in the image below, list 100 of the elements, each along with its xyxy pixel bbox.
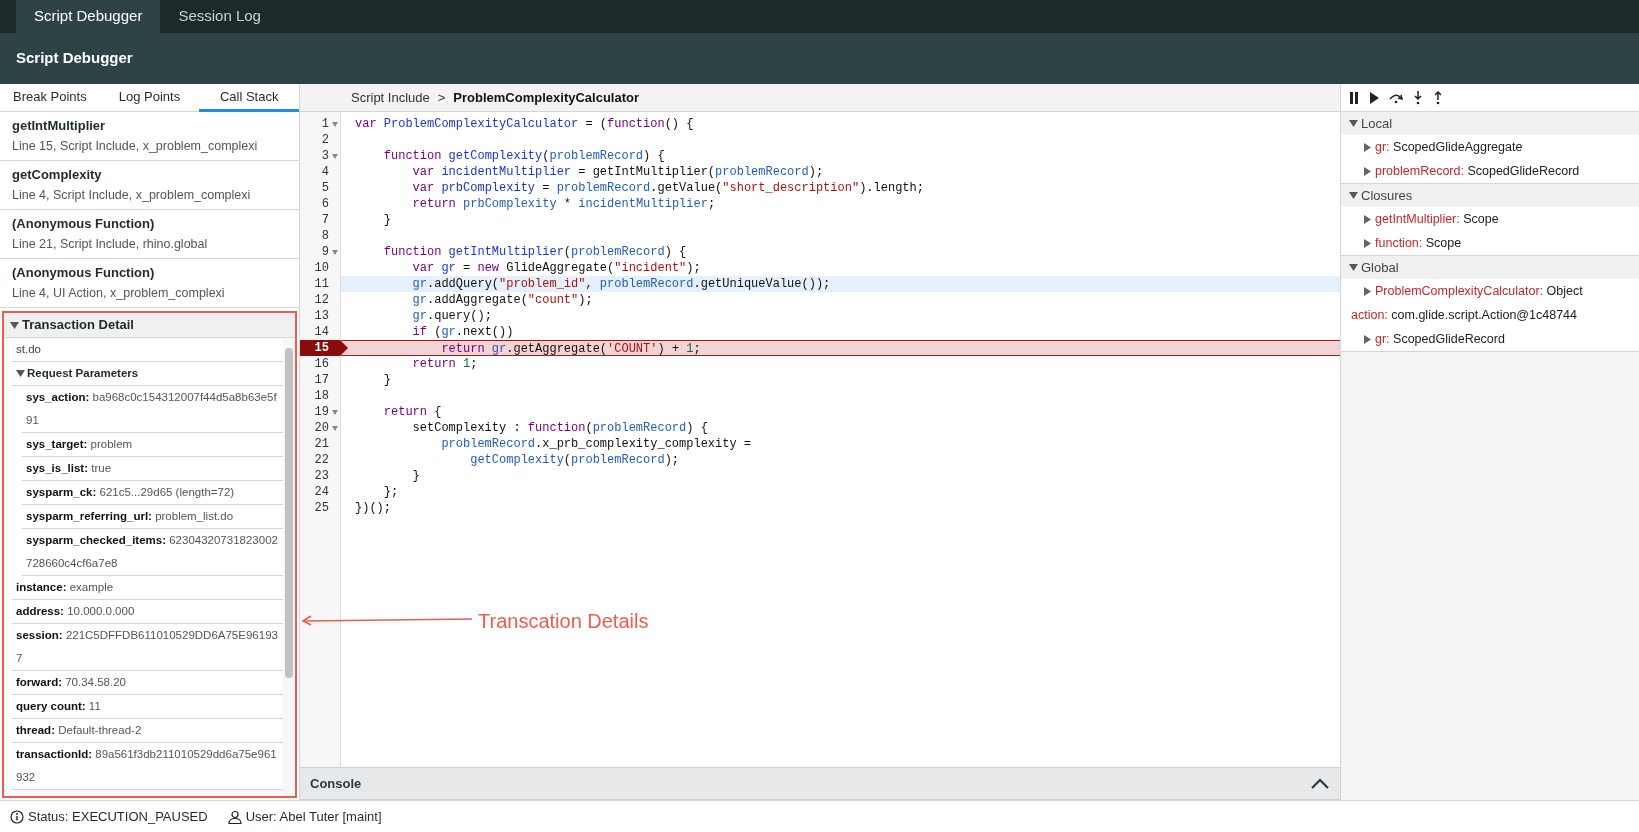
variable-entry[interactable]: function: Scope (1375, 233, 1462, 253)
code-line: })(); (354, 500, 392, 516)
code-line: var ProblemComplexityCalculator = (function() { (354, 116, 695, 132)
line-number: 3 (321, 148, 329, 165)
code-line: setComplexity : function(problemRecord) { (411, 420, 709, 436)
play-icon[interactable] (1369, 91, 1379, 104)
line-number: 19 (314, 404, 329, 421)
line-number: 22 (314, 452, 329, 469)
detail-row: sys_is_list: true (22, 457, 283, 481)
detail-row: forward: 70.34.58.20 (12, 671, 283, 695)
tab[interactable]: Session Log (160, 0, 279, 33)
expand-triangle-icon[interactable] (1363, 166, 1372, 176)
fold-arrow-icon[interactable] (332, 410, 338, 415)
detail-row: instance: example (12, 576, 283, 600)
section-title: Transaction Detail (22, 316, 134, 335)
expand-triangle-icon[interactable] (1363, 142, 1372, 152)
group-title: Request Parameters (27, 365, 139, 381)
app-title: Script Debugger (16, 48, 133, 69)
fold-arrow-icon[interactable] (332, 250, 338, 255)
info-icon (10, 809, 24, 824)
code-line: return 1; (411, 356, 479, 372)
code-line: } (382, 212, 392, 228)
line-number: 15 (314, 340, 329, 357)
expand-triangle-icon[interactable] (1363, 334, 1372, 344)
user-text: User: Abel Tuter [maint] (245, 807, 382, 826)
line-number: 13 (314, 308, 329, 325)
breadcrumb-current: ProblemComplexityCalculator (453, 88, 639, 107)
line-number: 5 (321, 180, 329, 197)
line-number: 20 (314, 420, 329, 437)
collapse-triangle-icon[interactable] (1349, 263, 1358, 272)
pause-icon[interactable] (1349, 91, 1359, 104)
fold-arrow-icon[interactable] (332, 154, 338, 159)
expand-triangle-icon[interactable] (1363, 214, 1372, 224)
breadcrumb-link[interactable]: Script Include (351, 87, 430, 108)
code-line: return prbComplexity * incidentMultiplier; (411, 196, 717, 212)
scope-title: Closures (1361, 186, 1413, 205)
line-number: 8 (321, 228, 329, 245)
line-number: 24 (314, 484, 329, 501)
code-line: var incidentMultiplier = getIntMultiplier(problemRecord); (411, 164, 825, 180)
scope-title: Local (1361, 114, 1393, 133)
user-icon (227, 809, 242, 824)
annotation-label: Transcation Details (478, 609, 649, 634)
code-line: } (382, 372, 392, 388)
line-number: 11 (314, 276, 329, 293)
status-text: Status: EXECUTION_PAUSED (28, 807, 208, 826)
variable-entry[interactable]: getIntMultiplier: Scope (1375, 209, 1499, 229)
expand-triangle-icon[interactable] (1363, 286, 1372, 296)
line-number: 1 (321, 116, 329, 133)
line-number: 25 (314, 500, 329, 517)
line-number: 4 (321, 164, 329, 181)
collapse-triangle-icon[interactable] (1349, 119, 1358, 128)
code-line: getComplexity(problemRecord); (469, 452, 681, 468)
collapse-triangle-icon[interactable] (1349, 191, 1358, 200)
line-number: 18 (314, 388, 329, 405)
line-number: 10 (314, 260, 329, 277)
variable-entry[interactable]: problemRecord: ScopedGlideRecord (1375, 161, 1580, 181)
detail-row: sysparm_ck: 621c5...29d65 (length=72) (22, 481, 283, 505)
line-number: 17 (314, 372, 329, 389)
call-stack-frame[interactable]: (Anonymous Function) Line 21, Script Include, rhino.global (0, 210, 299, 259)
variable-entry[interactable]: ProblemComplexityCalculator: Object (1375, 281, 1583, 301)
step-out-icon[interactable] (1433, 90, 1443, 105)
scope-title: Global (1361, 258, 1399, 277)
call-stack-frame[interactable]: getIntMultiplier Line 15, Script Include, x_problem_complexi (0, 112, 299, 161)
scrollbar[interactable] (283, 338, 295, 796)
code-line: function getComplexity(problemRecord) { (382, 148, 666, 164)
code-line: gr.query(); (411, 308, 493, 324)
line-number: 16 (314, 356, 329, 373)
collapse-triangle-icon[interactable] (16, 369, 25, 378)
line-number: 2 (321, 132, 329, 149)
tab[interactable]: Log Points (99, 84, 200, 112)
call-stack-frame[interactable]: (Anonymous Function) Line 4, UI Action, x_problem_complexi (0, 259, 299, 308)
call-stack-frame[interactable]: getComplexity Line 4, Script Include, x_problem_complexi (0, 161, 299, 210)
tab[interactable]: Script Debugger (16, 0, 161, 33)
tab[interactable]: Break Points (0, 84, 100, 112)
line-number: 12 (314, 292, 329, 309)
fold-arrow-icon[interactable] (332, 122, 338, 127)
variable-entry[interactable]: gr: ScopedGlideRecord (1375, 329, 1505, 349)
line-number: 9 (321, 244, 329, 261)
line-number: 7 (321, 212, 329, 229)
code-line: return { (382, 404, 443, 420)
collapse-triangle-icon[interactable] (10, 320, 19, 330)
detail-row: query count: 11 (12, 695, 283, 719)
code-line: var gr = new GlideAggregate("incident"); (411, 260, 702, 276)
detail-row: sys_target: problem (22, 433, 283, 457)
step-into-icon[interactable] (1413, 90, 1423, 105)
code-line: problemRecord.x_prb_complexity_complexity = (440, 436, 753, 452)
variable-entry[interactable]: action: com.glide.script.Action@1c48744 (1351, 305, 1578, 325)
code-line: } (411, 468, 421, 484)
line-number: 23 (314, 468, 329, 485)
code-line: gr.addAggregate("count"); (411, 292, 594, 308)
detail-row: st.do (12, 338, 283, 362)
line-number: 6 (321, 196, 329, 213)
code-line: }; (382, 484, 400, 500)
detail-row: sysparm_referring_url: problem_list.do (22, 505, 283, 529)
expand-triangle-icon[interactable] (1363, 238, 1372, 248)
variable-entry[interactable]: gr: ScopedGlideAggregate (1375, 137, 1523, 157)
line-number: 14 (314, 324, 329, 341)
fold-arrow-icon[interactable] (332, 426, 338, 431)
console-bar[interactable]: Console (300, 767, 1340, 800)
line-number: 21 (314, 436, 329, 453)
